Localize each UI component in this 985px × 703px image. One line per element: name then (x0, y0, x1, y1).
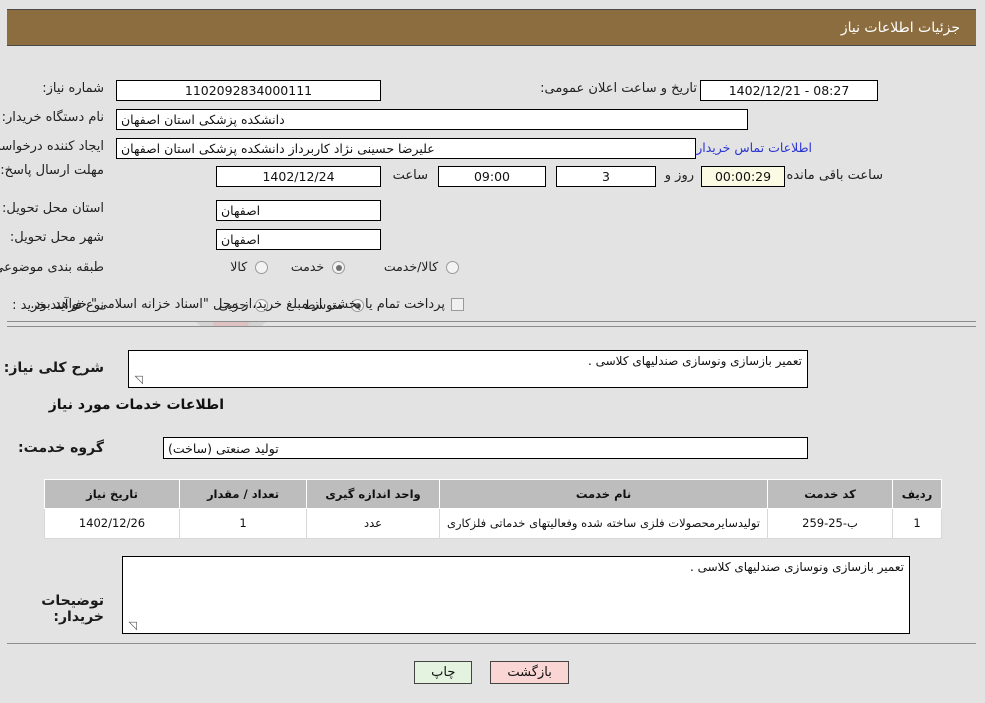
treasury-note-text: پرداخت تمام یا بخشی از مبلغ خرید،از محل … (31, 297, 446, 312)
request-creator-field[interactable]: علیرضا حسینی نژاد کاربرداز دانشکده پزشکی… (117, 138, 697, 159)
col-row-no: ردیف (893, 479, 943, 509)
city-label-wrap: شهر محل تحویل: (11, 230, 105, 245)
buyer-org-field[interactable]: دانشکده پزشکی استان اصفهان (117, 109, 749, 130)
province-label-wrap: استان محل تحویل: (3, 201, 105, 216)
province-label: استان محل تحویل: (3, 201, 105, 216)
table-header-row: ردیف کد خدمت نام خدمت واحد اندازه گیری ت… (45, 479, 943, 509)
buyer-notes-label: توضیحات خریدار: (42, 593, 105, 625)
service-group-label: گروه خدمت: (19, 440, 105, 456)
days-left-field[interactable]: 3 (557, 166, 657, 187)
deadline-label: مهلت ارسال پاسخ: تا تاریخ: (0, 163, 105, 178)
category-option-label-0: کالا (231, 259, 249, 274)
category-option-kala[interactable]: کالا (227, 259, 269, 274)
province-field[interactable]: اصفهان (217, 200, 382, 221)
cell-row-no: 1 (893, 508, 943, 539)
buyer-contact-link[interactable]: اطلاعات تماس خریدار (697, 140, 813, 155)
deadline-hour-label: ساعت (393, 168, 429, 183)
category-option-label-1: خدمت (291, 259, 326, 274)
page-title: جزئیات اطلاعات نیاز (841, 19, 961, 36)
buyer-org-label-wrap: نام دستگاه خریدار: (3, 110, 105, 125)
timer-suffix-label: ساعت باقی مانده (787, 168, 884, 183)
announce-datetime-label: تاریخ و ساعت اعلان عمومی: (541, 81, 698, 96)
general-desc-textarea[interactable]: تعمیر بازسازی ونوسازی صندلیهای کلاسی . ◹ (129, 350, 809, 388)
countdown-timer-field: 00:00:29 (702, 166, 786, 187)
deadline-label-wrap: مهلت ارسال پاسخ: تا تاریخ: (0, 163, 105, 179)
radio-kala-khedmat[interactable] (447, 261, 460, 274)
services-table: ردیف کد خدمت نام خدمت واحد اندازه گیری ت… (45, 479, 943, 539)
deadline-date-field[interactable]: 1402/12/24 (217, 166, 382, 187)
category-option-kala-khedmat[interactable]: کالا/خدمت (381, 259, 460, 274)
city-label: شهر محل تحویل: (10, 230, 105, 245)
need-number-field[interactable]: 1102092834000111 (117, 80, 382, 101)
buyer-notes-value: تعمیر بازسازی ونوسازی صندلیهای کلاسی . (690, 560, 905, 574)
action-button-row: بازگشت چاپ (0, 661, 985, 684)
need-number-label: شماره نیاز: (43, 81, 105, 96)
category-option-khedmat[interactable]: خدمت (288, 259, 346, 274)
deadline-hour-field[interactable]: 09:00 (439, 166, 547, 187)
cell-need-date: 1402/12/26 (45, 508, 181, 539)
service-group-field[interactable]: تولید صنعتی (ساخت) (164, 437, 809, 459)
general-desc-label: شرح کلی نیاز: (4, 360, 105, 376)
general-desc-value: تعمیر بازسازی ونوسازی صندلیهای کلاسی . (588, 354, 803, 368)
days-left-unit-label: روز و (665, 168, 695, 183)
page-header: جزئیات اطلاعات نیاز (8, 9, 977, 46)
announce-datetime-field[interactable]: 08:27 - 1402/12/21 (701, 80, 879, 101)
buyer-org-label: نام دستگاه خریدار: (2, 110, 105, 125)
cell-unit: عدد (307, 508, 441, 539)
col-unit: واحد اندازه گیری (307, 479, 441, 509)
cell-service-name: تولیدسایرمحصولات فلزی ساخته شده وفعالیته… (440, 508, 769, 539)
col-service-name: نام خدمت (440, 479, 769, 509)
city-field[interactable]: اصفهان (217, 229, 382, 250)
radio-kala[interactable] (256, 261, 269, 274)
treasury-bond-checkbox[interactable] (452, 298, 465, 311)
back-button[interactable]: بازگشت (491, 661, 570, 684)
resize-grip-icon-2[interactable]: ◹ (126, 620, 138, 632)
buyer-notes-textarea[interactable]: تعمیر بازسازی ونوسازی صندلیهای کلاسی . ◹ (123, 556, 911, 634)
services-section-title: اطلاعات خدمات مورد نیاز (49, 397, 225, 413)
col-service-code: کد خدمت (768, 479, 894, 509)
need-number-label-wrap: شماره نیاز: (43, 81, 105, 96)
cell-quantity: 1 (180, 508, 308, 539)
category-label: طبقه بندی موضوعی: (0, 260, 105, 275)
table-row: 1 ب-25-259 تولیدسایرمحصولات فلزی ساخته ش… (45, 508, 943, 539)
col-need-date: تاریخ نیاز (45, 479, 181, 509)
print-button[interactable]: چاپ (415, 661, 474, 684)
resize-grip-icon[interactable]: ◹ (132, 374, 144, 386)
treasury-note-wrap: پرداخت تمام یا بخشی از مبلغ خرید،از محل … (31, 297, 465, 312)
radio-khedmat[interactable] (333, 261, 346, 274)
request-creator-label: ایجاد کننده درخواست: (0, 139, 105, 154)
category-label-wrap: طبقه بندی موضوعی: (0, 260, 105, 275)
announce-datetime-label-wrap: تاریخ و ساعت اعلان عمومی: (541, 81, 698, 96)
cell-service-code: ب-25-259 (768, 508, 894, 539)
col-quantity: تعداد / مقدار (180, 479, 308, 509)
request-creator-label-wrap: ایجاد کننده درخواست: (0, 139, 105, 154)
category-option-label-2: کالا/خدمت (384, 259, 440, 274)
